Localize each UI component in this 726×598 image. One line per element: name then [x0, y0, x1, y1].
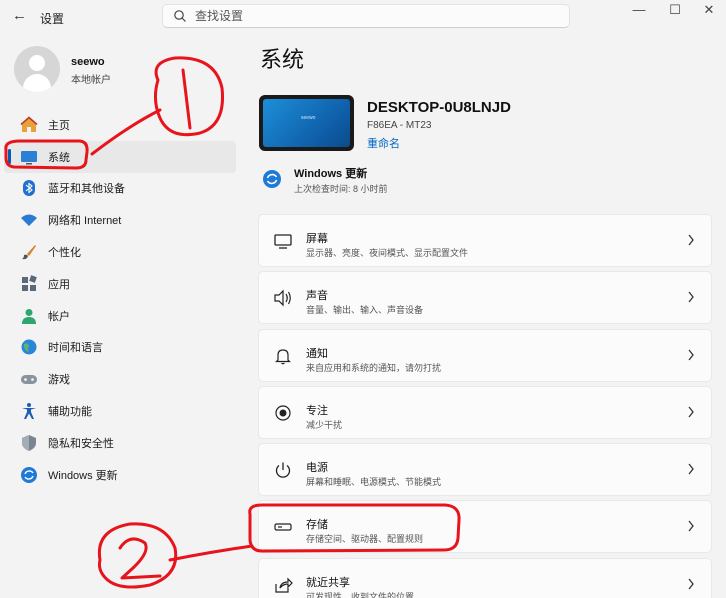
apps-icon — [22, 275, 37, 291]
chevron-right-icon — [688, 521, 694, 532]
sidebar-item-label: 蓝牙和其他设备 — [48, 183, 125, 196]
chevron-right-icon — [688, 234, 694, 246]
sidebar-nav: 主页 系统 蓝牙和其他设备 网络和 Internet 个性化 应用 帐户 时间和… — [4, 109, 236, 491]
sidebar-item-apps[interactable]: 应用 — [4, 268, 236, 300]
windows-update-status: 上次检查时间: 8 小时前 — [294, 184, 388, 194]
search-box[interactable] — [162, 4, 570, 28]
sidebar-item-label: 应用 — [48, 278, 70, 291]
sidebar-item-label: 系统 — [48, 151, 70, 164]
card-title: 专注 — [306, 404, 328, 417]
chevron-right-icon — [688, 463, 694, 475]
card-sound[interactable]: 声音 音量、输出、输入、声音设备 — [258, 271, 712, 325]
brush-icon — [22, 245, 36, 260]
card-subtitle: 存储空间、驱动器、配置规则 — [306, 534, 424, 545]
annotation-numeral-2 — [118, 537, 162, 580]
annotation-arrow-2 — [168, 544, 254, 562]
sidebar-item-gaming[interactable]: 游戏 — [4, 363, 236, 395]
sidebar-item-label: Windows 更新 — [48, 469, 118, 482]
sidebar-item-label: 帐户 — [48, 310, 70, 323]
monitor-icon — [274, 234, 292, 249]
card-title: 就近共享 — [306, 576, 350, 589]
sidebar-item-label: 游戏 — [48, 374, 70, 387]
card-title: 屏幕 — [306, 233, 328, 245]
card-title: 通知 — [306, 347, 328, 360]
card-title: 电源 — [306, 462, 328, 475]
card-subtitle: 可发现性、收到文件的位置 — [306, 591, 415, 598]
avatar — [14, 46, 60, 92]
card-subtitle: 音量、输出、输入、声音设备 — [306, 305, 424, 316]
sidebar-item-label: 辅助功能 — [48, 406, 92, 419]
sidebar-item-privacy[interactable]: 隐私和安全性 — [4, 427, 236, 459]
update-icon — [21, 466, 37, 483]
shield-icon — [22, 434, 36, 451]
search-input[interactable] — [195, 8, 555, 24]
card-focus[interactable]: 专注 减少干扰 — [258, 385, 712, 439]
speaker-icon — [274, 289, 291, 307]
sidebar-item-label: 时间和语言 — [48, 342, 103, 355]
card-display[interactable]: 屏幕 显示器、亮度、夜间模式、显示配置文件 — [258, 214, 712, 267]
globe-icon — [21, 339, 37, 355]
rename-link[interactable]: 重命名 — [367, 135, 400, 151]
sidebar-item-label: 主页 — [48, 119, 70, 132]
sidebar-item-network[interactable]: 网络和 Internet — [4, 204, 236, 236]
app-title: 设置 — [40, 12, 65, 26]
settings-list: 屏幕 显示器、亮度、夜间模式、显示配置文件 声音 音量、输出、输入、声音设备 通… — [258, 214, 712, 598]
system-icon — [21, 150, 37, 165]
sidebar-item-time-language[interactable]: 时间和语言 — [4, 332, 236, 364]
minimize-button[interactable]: — — [622, 2, 656, 17]
close-button[interactable]: ✕ — [692, 2, 726, 18]
thumbnail-brand: seewo — [301, 115, 316, 121]
sidebar-item-accessibility[interactable]: 辅助功能 — [4, 395, 236, 427]
selection-indicator — [8, 148, 11, 164]
card-nearby-sharing[interactable]: 就近共享 可发现性、收到文件的位置 — [258, 557, 712, 598]
wifi-icon — [21, 214, 37, 227]
card-title: 存储 — [306, 519, 328, 532]
card-power[interactable]: 电源 屏幕和睡眠、电源模式、节能模式 — [258, 443, 712, 497]
user-profile[interactable]: seewo 本地帐户 — [14, 44, 234, 94]
focus-icon — [275, 405, 291, 421]
chevron-right-icon — [688, 349, 694, 360]
card-subtitle: 减少干扰 — [306, 419, 343, 430]
device-model: F86EA - MT23 — [367, 120, 432, 131]
bluetooth-icon — [23, 180, 35, 197]
gamepad-icon — [21, 375, 37, 385]
share-icon — [275, 577, 293, 593]
accessibility-icon — [22, 403, 36, 420]
sidebar-item-label: 网络和 Internet — [48, 215, 122, 228]
card-storage[interactable]: 存储 存储空间、驱动器、配置规则 — [258, 500, 712, 554]
sidebar-item-system[interactable]: 系统 — [4, 140, 236, 173]
sidebar-item-bluetooth[interactable]: 蓝牙和其他设备 — [4, 173, 236, 205]
device-name: DESKTOP-0U8LNJD — [367, 99, 511, 116]
power-icon — [275, 462, 291, 478]
sidebar-item-label: 个性化 — [48, 247, 81, 260]
sidebar-item-windows-update[interactable]: Windows 更新 — [4, 459, 236, 491]
search-icon — [174, 10, 186, 22]
chevron-right-icon — [688, 291, 694, 303]
account-icon — [22, 308, 36, 324]
sidebar-item-accounts[interactable]: 帐户 — [4, 300, 236, 332]
sidebar-item-label: 隐私和安全性 — [48, 437, 114, 450]
device-thumbnail: seewo — [259, 95, 354, 151]
title-bar: ← 设置 — ☐ ✕ — [0, 0, 726, 34]
card-notifications[interactable]: 通知 来自应用和系统的通知，请勿打扰 — [258, 328, 712, 382]
sidebar-item-home[interactable]: 主页 — [4, 109, 236, 141]
bell-icon — [275, 348, 291, 364]
home-icon — [20, 116, 38, 132]
page-title: 系统 — [260, 47, 305, 72]
maximize-button[interactable]: ☐ — [658, 2, 692, 18]
card-subtitle: 屏幕和睡眠、电源模式、节能模式 — [306, 477, 442, 488]
card-subtitle: 显示器、亮度、夜间模式、显示配置文件 — [306, 248, 469, 258]
windows-update-icon — [263, 170, 281, 188]
card-title: 声音 — [306, 290, 328, 303]
back-arrow-icon[interactable]: ← — [12, 7, 27, 24]
chevron-right-icon — [688, 578, 694, 590]
card-subtitle: 来自应用和系统的通知，请勿打扰 — [306, 362, 442, 373]
windows-update-title[interactable]: Windows 更新 — [294, 165, 367, 181]
annotation-circle-2 — [97, 522, 178, 589]
sidebar-item-personalization[interactable]: 个性化 — [4, 236, 236, 268]
storage-icon — [274, 523, 292, 532]
account-type: 本地帐户 — [71, 75, 111, 86]
chevron-right-icon — [688, 406, 694, 418]
user-name: seewo — [71, 56, 105, 68]
